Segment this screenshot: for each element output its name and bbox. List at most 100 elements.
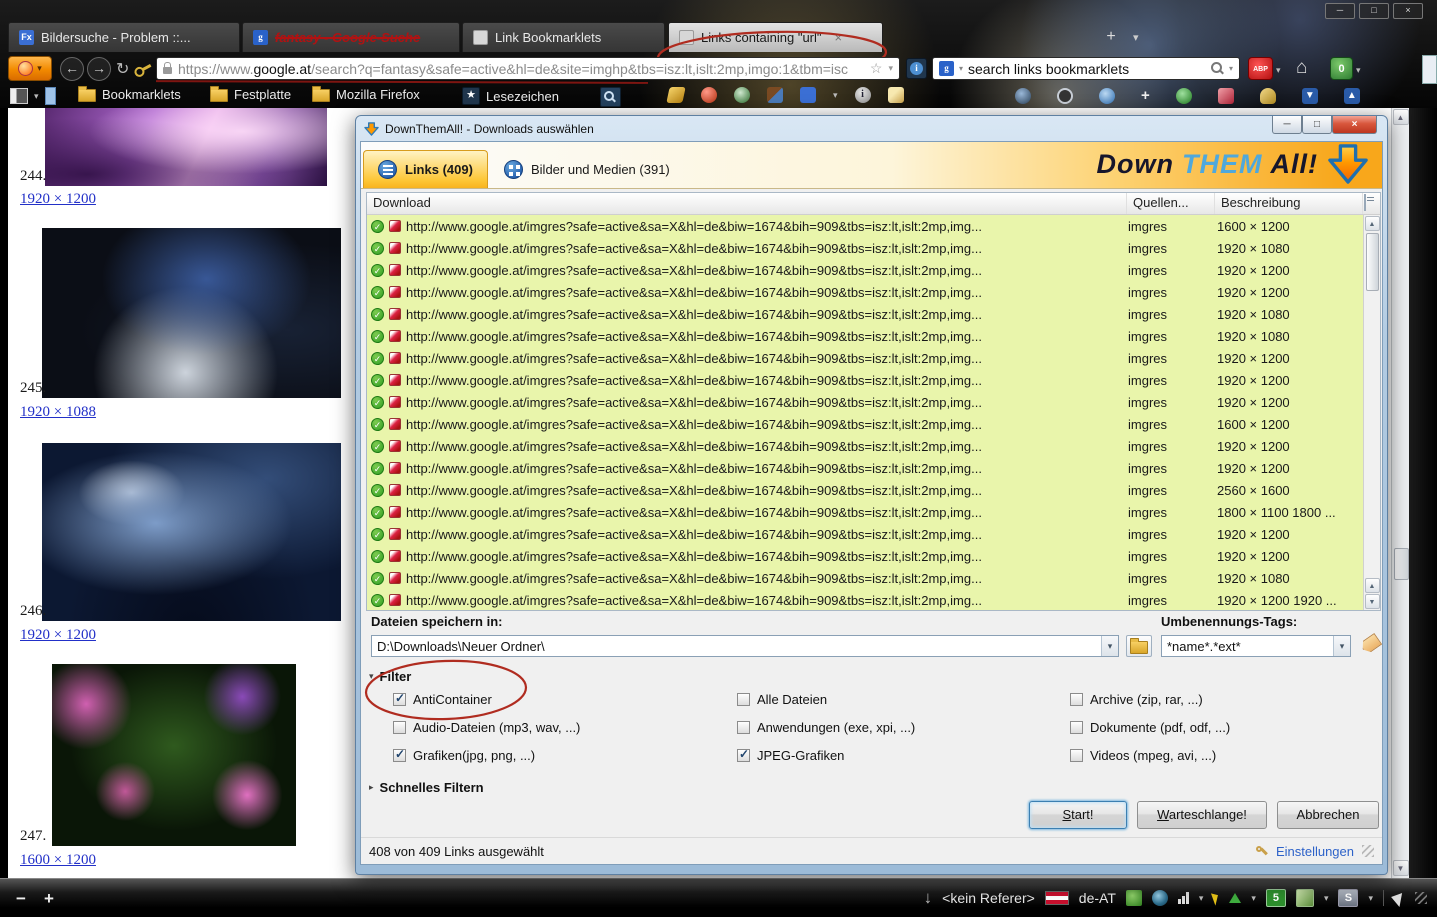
rename-mask-value[interactable]: *name*.*ext*: [1162, 639, 1333, 654]
quick-filter-expander[interactable]: ▸ Schnelles Filtern: [369, 780, 484, 795]
puzzle-icon[interactable]: [1126, 890, 1142, 906]
column-header-beschreibung[interactable]: Beschreibung: [1215, 193, 1363, 214]
stylish-icon[interactable]: S: [1338, 889, 1358, 907]
resize-grip[interactable]: [1362, 845, 1374, 857]
checkbox-unchecked[interactable]: [1070, 721, 1083, 734]
adblock-dropdown-icon[interactable]: ▾: [1276, 65, 1281, 76]
checkbox-checked[interactable]: [393, 693, 406, 706]
save-location-combobox[interactable]: D:\Downloads\Neuer Ordner\ ▾: [371, 635, 1119, 657]
tab-fantasy-google[interactable]: g fantasy - Google-Suche: [242, 22, 460, 52]
tab-bilder-und-medien[interactable]: Bilder und Medien (391): [490, 150, 684, 188]
tab-close-icon[interactable]: ×: [835, 30, 843, 45]
download-row[interactable]: ✓http://www.google.at/imgres?safe=active…: [367, 435, 1363, 457]
checkbox-unchecked[interactable]: [737, 721, 750, 734]
globe-icon[interactable]: [1015, 88, 1031, 104]
table-scroll-up-icon[interactable]: ▲: [1365, 216, 1380, 231]
filter-checkbox-grafiken-jpg-png[interactable]: Grafiken(jpg, png, ...): [393, 746, 737, 764]
zoom-in-button[interactable]: +: [44, 889, 54, 909]
window-scrollbar[interactable]: ▲ ▼: [1391, 108, 1409, 878]
forward-button[interactable]: →: [87, 57, 111, 81]
table-scroll-up2-icon[interactable]: ▲: [1365, 578, 1380, 593]
filter-checkbox-jpeg-grafiken[interactable]: JPEG-Grafiken: [737, 746, 1070, 764]
download-row[interactable]: ✓http://www.google.at/imgres?safe=active…: [367, 479, 1363, 501]
filter-checkbox-anwendungen-exe-xpi[interactable]: Anwendungen (exe, xpi, ...): [737, 718, 1070, 736]
info-circle-icon[interactable]: i: [855, 87, 871, 103]
download-row[interactable]: ✓http://www.google.at/imgres?safe=active…: [367, 259, 1363, 281]
column-picker-button[interactable]: [1363, 193, 1380, 214]
scroll-down-arrow[interactable]: ▼: [1393, 860, 1409, 876]
tab-links[interactable]: Links (409): [363, 150, 488, 188]
scroll-down-icon[interactable]: ▼: [1302, 88, 1318, 104]
adblock-plus-icon[interactable]: ABP: [1248, 57, 1273, 80]
result-thumbnail[interactable]: [42, 443, 341, 621]
tab-link-bookmarklets[interactable]: Link Bookmarklets: [462, 22, 665, 52]
red-badge-icon[interactable]: [1218, 88, 1234, 104]
filter-checkbox-dokumente-pdf-odf[interactable]: Dokumente (pdf, odf, ...): [1070, 718, 1368, 736]
table-scrollbar-thumb[interactable]: [1366, 233, 1379, 291]
gold-emblem-icon[interactable]: [1260, 88, 1276, 104]
queue-button[interactable]: Warteschlange!: [1137, 801, 1267, 829]
bookmark-folder-mozilla-firefox[interactable]: Mozilla Firefox: [312, 87, 420, 102]
checkbox-unchecked[interactable]: [393, 721, 406, 734]
search-go-icon[interactable]: [1211, 62, 1224, 75]
referer-status-text[interactable]: <kein Referer>: [942, 890, 1035, 906]
checkbox-unchecked[interactable]: [1070, 693, 1083, 706]
checkbox-checked[interactable]: [737, 749, 750, 762]
result-thumbnail[interactable]: [52, 664, 296, 846]
new-tab-button[interactable]: +: [1100, 27, 1122, 47]
window-close-button[interactable]: ×: [1393, 3, 1423, 19]
bookmark-star-icon[interactable]: ☆: [870, 60, 883, 77]
scrollbar-thumb[interactable]: [1394, 548, 1409, 580]
pointer-arrow-icon[interactable]: [1391, 889, 1408, 906]
chevron-down-icon[interactable]: ▾: [1368, 893, 1373, 904]
firefox-menu-button[interactable]: ▾: [8, 56, 52, 81]
settings-link[interactable]: Einstellungen: [1276, 844, 1354, 859]
camera-target-icon[interactable]: [1057, 88, 1073, 104]
download-row[interactable]: ✓http://www.google.at/imgres?safe=active…: [367, 523, 1363, 545]
window-maximize-button[interactable]: □: [1359, 3, 1389, 19]
download-row[interactable]: ✓http://www.google.at/imgres?safe=active…: [367, 325, 1363, 347]
download-row[interactable]: ✓http://www.google.at/imgres?safe=active…: [367, 567, 1363, 589]
download-row[interactable]: ✓http://www.google.at/imgres?safe=active…: [367, 501, 1363, 523]
filter-checkbox-anticontainer[interactable]: AntiContainer: [393, 690, 737, 708]
result-thumbnail[interactable]: [45, 108, 327, 186]
tab-list-dropdown-icon[interactable]: ▾: [1133, 31, 1139, 44]
chevron-down-icon[interactable]: ▾: [1251, 893, 1256, 904]
fireball-icon[interactable]: [701, 87, 717, 103]
tab-bildersuche[interactable]: Fx Bildersuche - Problem ::...: [8, 22, 240, 52]
dialog-minimize-button[interactable]: ─: [1272, 116, 1302, 134]
window-minimize-button[interactable]: ─: [1325, 3, 1355, 19]
combo-dropdown-icon[interactable]: ▾: [1333, 636, 1350, 656]
download-row[interactable]: ✓http://www.google.at/imgres?safe=active…: [367, 215, 1363, 237]
scroll-up-icon[interactable]: ▲: [1344, 88, 1360, 104]
result-size-link[interactable]: 1920 × 1088: [20, 404, 96, 421]
green-arrow-icon[interactable]: [1176, 88, 1192, 104]
download-row[interactable]: ✓http://www.google.at/imgres?safe=active…: [367, 281, 1363, 303]
result-size-link[interactable]: 1600 × 1200: [20, 852, 96, 869]
filter-section-header[interactable]: ▾ Filter: [369, 669, 411, 684]
bookmark-folder-festplatte[interactable]: Festplatte: [210, 87, 291, 102]
locale-label[interactable]: de-AT: [1079, 890, 1116, 906]
url-dropdown-icon[interactable]: ▾: [888, 63, 893, 74]
column-header-quellen[interactable]: Quellen...: [1127, 193, 1215, 214]
download-row[interactable]: ✓http://www.google.at/imgres?safe=active…: [367, 369, 1363, 391]
dialog-titlebar[interactable]: DownThemAll! - Downloads auswählen: [356, 116, 1387, 141]
browse-folder-button[interactable]: [1126, 635, 1152, 657]
save-path-value[interactable]: D:\Downloads\Neuer Ordner\: [372, 639, 1101, 654]
result-size-link[interactable]: 1920 × 1200: [20, 627, 96, 644]
table-scrollbar[interactable]: ▲ ▲ ▼: [1363, 215, 1380, 610]
bookmark-folder-bookmarklets[interactable]: Bookmarklets: [78, 87, 181, 102]
cancel-button[interactable]: Abbrechen: [1277, 801, 1379, 829]
search-dropdown-icon[interactable]: ▾: [1229, 64, 1233, 73]
combo-dropdown-icon[interactable]: ▾: [1101, 636, 1118, 656]
download-row[interactable]: ✓http://www.google.at/imgres?safe=active…: [367, 413, 1363, 435]
filter-checkbox-alle-dateien[interactable]: Alle Dateien: [737, 690, 1070, 708]
secure-login-key-icon[interactable]: [133, 61, 154, 78]
column-header-download[interactable]: Download: [367, 193, 1127, 214]
filter-checkbox-archive-zip-rar[interactable]: Archive (zip, rar, ...): [1070, 690, 1368, 708]
tag-icon[interactable]: [1359, 633, 1383, 655]
result-thumbnail[interactable]: [42, 228, 341, 398]
download-row[interactable]: ✓http://www.google.at/imgres?safe=active…: [367, 347, 1363, 369]
sidebar-toggle-button[interactable]: ▾: [10, 87, 56, 105]
yellow-cursor-icon[interactable]: [1211, 891, 1221, 905]
